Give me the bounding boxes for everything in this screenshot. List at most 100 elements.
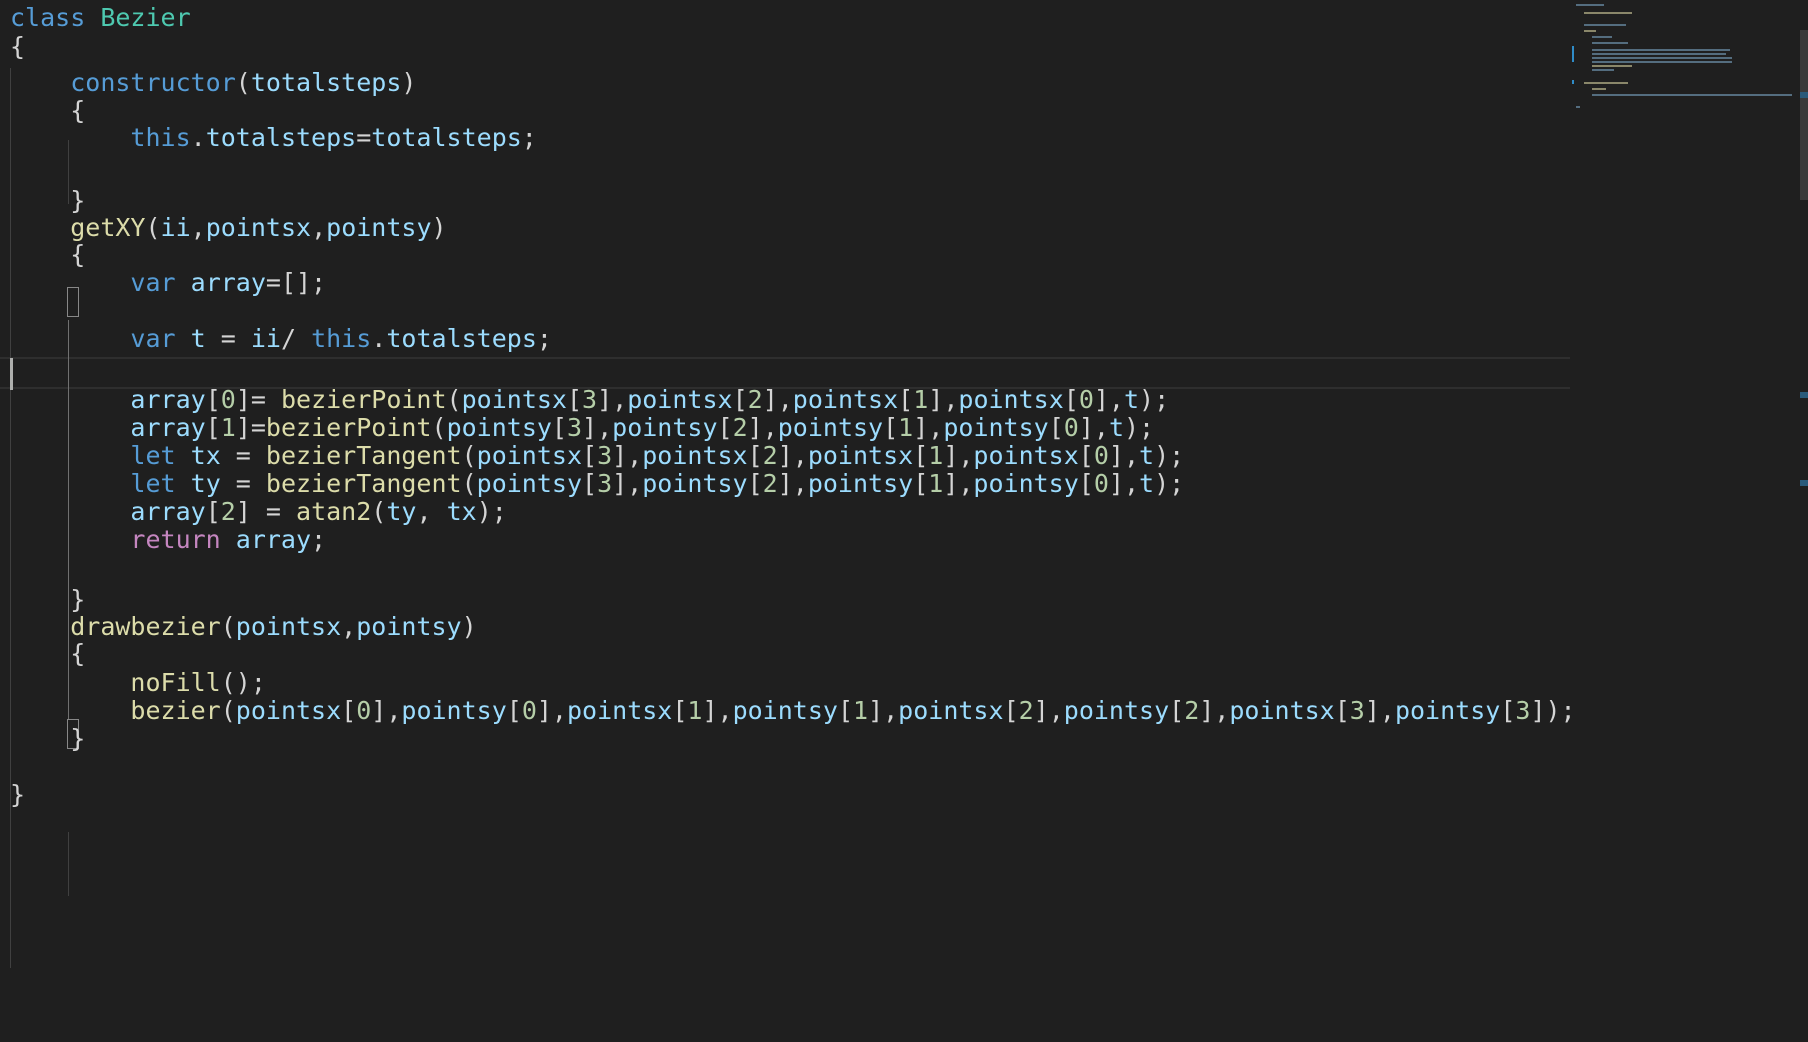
code-token: ) [431, 213, 447, 242]
code-token: ii [250, 324, 281, 353]
code-token: ( [220, 612, 236, 641]
code-token: [ [1500, 696, 1516, 725]
code-token: 0 [521, 696, 537, 725]
code-token: [ [1003, 696, 1019, 725]
code-token: ; [536, 324, 552, 353]
code-token: pointsx [235, 612, 342, 641]
minimap-line [1592, 57, 1732, 59]
code-line[interactable]: } [10, 721, 85, 757]
code-token: ( [371, 497, 387, 526]
minimap-line [1592, 42, 1628, 44]
minimap-line [1592, 36, 1612, 38]
code-token: ); [1154, 469, 1185, 498]
vertical-scrollbar[interactable] [1800, 0, 1808, 1042]
minimap-marker [1572, 46, 1574, 62]
code-token: =[]; [265, 268, 327, 297]
code-token: return [130, 525, 236, 554]
code-token: pointsx [898, 696, 1004, 725]
code-token: [ [506, 696, 522, 725]
minimap-line [1584, 30, 1596, 32]
code-token: ]); [1530, 696, 1576, 725]
code-token: ty [386, 497, 417, 526]
code-token: array [235, 525, 312, 554]
code-line[interactable]: class Bezier [10, 0, 191, 36]
code-token: ], [536, 696, 567, 725]
code-token: ], [943, 469, 974, 498]
code-token: ], [1199, 696, 1230, 725]
code-token: pointsx [1229, 696, 1335, 725]
minimap-line [1592, 69, 1614, 71]
minimap-line [1584, 24, 1626, 26]
code-token: ], [612, 469, 643, 498]
text-cursor [10, 358, 13, 390]
code-token: totalsteps [205, 123, 357, 152]
code-line[interactable]: this.totalsteps=totalsteps; [10, 120, 537, 156]
code-token: { [10, 639, 86, 668]
code-line[interactable]: } [10, 777, 25, 813]
code-editor[interactable]: class Bezier{ constructor(totalsteps) { … [0, 0, 1808, 1042]
code-line[interactable]: return array; [10, 522, 326, 558]
code-token: pointsy [807, 469, 914, 498]
code-token: ], [702, 696, 733, 725]
code-token: pointsx [205, 213, 312, 242]
code-token: / [280, 324, 312, 353]
code-line[interactable]: var t = ii/ this.totalsteps; [10, 321, 552, 357]
code-token: totalsteps [386, 324, 537, 353]
minimap[interactable] [1570, 0, 1800, 1042]
code-token: 1 [687, 696, 703, 725]
code-token: pointsx [566, 696, 673, 725]
code-token: ( [220, 696, 236, 725]
code-token: } [10, 780, 26, 809]
code-token: ], [1108, 469, 1140, 498]
minimap-line [1592, 53, 1726, 55]
code-token: ii [160, 213, 191, 242]
code-token: t [1139, 469, 1155, 498]
code-token: 1 [928, 469, 944, 498]
code-token: . [371, 324, 387, 353]
code-token: array [190, 268, 266, 297]
code-token: 3 [1349, 696, 1365, 725]
code-token: [ [1334, 696, 1350, 725]
code-token: ; [521, 123, 537, 152]
code-token: ], [868, 696, 899, 725]
code-token: , [311, 213, 327, 242]
code-token: [ [747, 469, 763, 498]
minimap-line [1584, 12, 1632, 14]
code-token: [ [582, 469, 598, 498]
code-token: ], [371, 696, 402, 725]
minimap-line [1576, 4, 1604, 6]
code-line[interactable]: var array=[]; [10, 265, 326, 301]
code-token: 2 [762, 469, 778, 498]
code-token: constructor [70, 68, 236, 97]
code-token: ( [235, 68, 251, 97]
minimap-line [1592, 88, 1606, 90]
code-token: = [356, 123, 372, 152]
code-token: pointsy [642, 469, 748, 498]
code-token: pointsy [732, 696, 838, 725]
code-line[interactable]: bezier(pointsx[0],pointsy[0],pointsx[1],… [10, 693, 1576, 729]
overview-ruler-mark [1800, 92, 1808, 98]
minimap-line [1592, 94, 1792, 96]
minimap-line [1592, 65, 1632, 67]
code-token: 0 [1093, 469, 1109, 498]
minimap-marker [1572, 80, 1574, 84]
code-token: 2 [1018, 696, 1034, 725]
code-token: ], [1033, 696, 1064, 725]
code-area[interactable]: class Bezier{ constructor(totalsteps) { … [0, 0, 1576, 1042]
code-token: ; [311, 525, 327, 554]
code-token: pointsy [1063, 696, 1170, 725]
code-token: Bezier [100, 3, 191, 32]
code-token: pointsy [1394, 696, 1501, 725]
minimap-line [1592, 61, 1732, 63]
minimap-line [1576, 106, 1580, 108]
overview-ruler-mark [1800, 480, 1808, 486]
code-token: pointsy [401, 696, 507, 725]
scrollbar-thumb[interactable] [1800, 30, 1808, 200]
code-token: totalsteps [371, 123, 522, 152]
code-line[interactable]: { [10, 29, 25, 65]
code-token: this [311, 324, 372, 353]
